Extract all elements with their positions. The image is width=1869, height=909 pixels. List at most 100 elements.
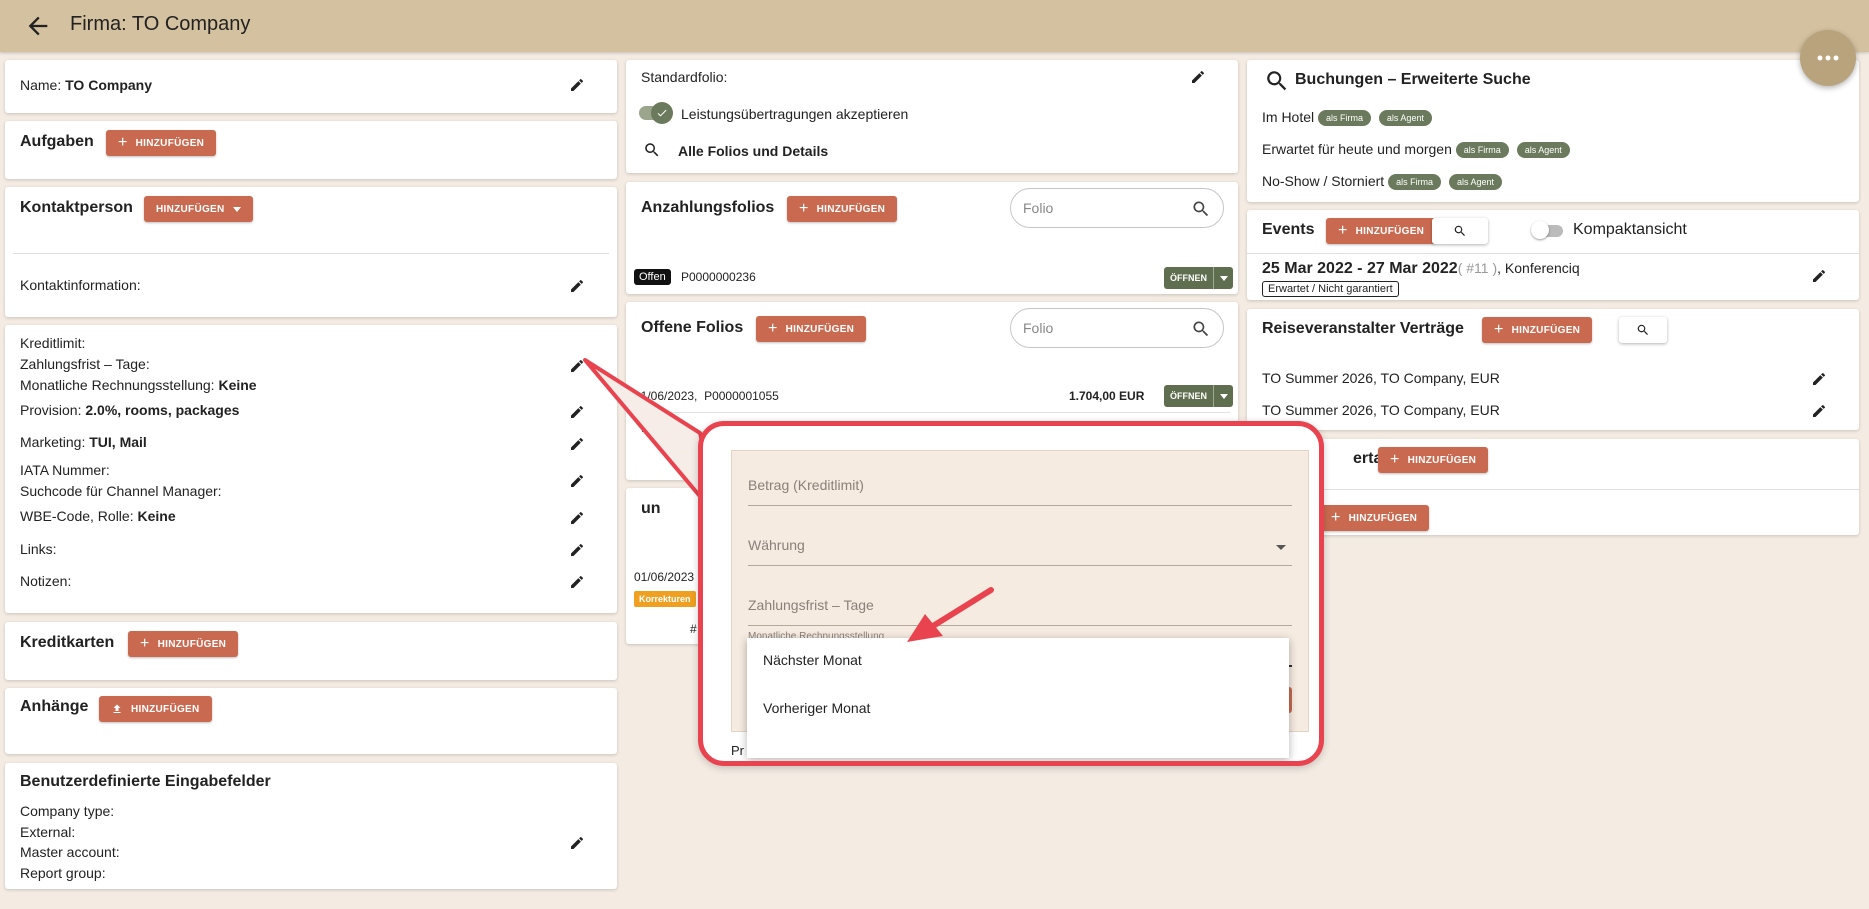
add-task-button[interactable]: + HINZUFÜGEN: [106, 130, 217, 156]
more-icon: [1817, 55, 1839, 61]
plus-icon: +: [1390, 451, 1400, 468]
noshow-label: No-Show / Storniert: [1262, 173, 1385, 189]
divider: [1247, 489, 1859, 490]
monthly-value: Keine: [218, 377, 257, 393]
folio-date-partial: /09/2023: [642, 421, 689, 435]
monthly-label: Monatliche Rechnungsstellung:: [20, 377, 215, 393]
upload-attachment-button[interactable]: HINZUFÜGEN: [99, 696, 212, 722]
check-icon: [657, 109, 667, 117]
third-card-title-partial: un: [641, 500, 661, 517]
contract-item[interactable]: TO Summer 2026, TO Company, EUR: [1262, 402, 1500, 418]
pencil-icon[interactable]: [569, 358, 585, 374]
option-previous-month[interactable]: Vorheriger Monat: [763, 700, 870, 716]
marketing-value: TUI, Mail: [89, 434, 147, 450]
add-contact-button[interactable]: HINZUFÜGEN: [144, 196, 253, 222]
compact-view-thumb[interactable]: [1531, 221, 1549, 239]
add-contract-button[interactable]: + HINZUFÜGEN: [1482, 317, 1593, 343]
open-status-badge: Offen: [634, 269, 671, 285]
deposit-folio-search[interactable]: Folio: [1010, 188, 1224, 228]
as-agent-chip[interactable]: als Agent: [1448, 174, 1502, 191]
search-icon: [1267, 71, 1287, 91]
folio-placeholder: Folio: [1023, 320, 1054, 336]
currency-select[interactable]: [748, 565, 1292, 566]
pencil-icon[interactable]: [569, 436, 585, 452]
plus-icon: +: [140, 635, 150, 652]
open-folio-button[interactable]: ÖFFNEN: [1164, 267, 1233, 289]
pencil-icon[interactable]: [569, 278, 585, 294]
credit-limit-label: Kreditlimit:: [20, 335, 86, 351]
caret-down-icon[interactable]: [1276, 545, 1286, 550]
external-label: External:: [20, 824, 76, 840]
deposit-folios-card: Anzahlungsfolios + HINZUFÜGEN Folio Offen…: [626, 182, 1238, 294]
more-button[interactable]: [1800, 30, 1856, 86]
add-contract-button[interactable]: + HINZUFÜGEN: [1378, 447, 1489, 473]
plus-icon: +: [768, 320, 778, 337]
add-credit-card-button[interactable]: + HINZUFÜGEN: [128, 631, 239, 657]
as-agent-chip[interactable]: als Agent: [1516, 142, 1570, 159]
pencil-icon[interactable]: [1811, 403, 1827, 419]
search-icon: [1637, 324, 1648, 335]
event-number: ( #11 ): [1457, 260, 1498, 276]
add-open-folio-button[interactable]: + HINZUFÜGEN: [756, 316, 867, 342]
folio-number: P0000001055: [704, 389, 779, 403]
event-status-badge: Erwartet / Nicht garantiert: [1262, 281, 1399, 297]
event-name: , Konferenciq: [1497, 260, 1580, 276]
plus-icon: +: [1331, 509, 1341, 526]
caret-down-icon: [232, 206, 241, 212]
search-icon[interactable]: [1191, 319, 1211, 339]
contract-search-button[interactable]: [1619, 317, 1667, 343]
as-company-chip[interactable]: als Firma: [1318, 110, 1372, 127]
pencil-icon[interactable]: [1811, 268, 1827, 284]
as-agent-chip[interactable]: als Agent: [1378, 110, 1432, 127]
accept-transfers-thumb[interactable]: [651, 102, 673, 124]
open-folio-search[interactable]: Folio: [1010, 308, 1224, 348]
monthly-billing-dropdown: Nächster Monat Vorheriger Monat: [747, 638, 1289, 758]
currency-placeholder: Währung: [748, 537, 805, 553]
add-event-button[interactable]: + HINZUFÜGEN: [1326, 218, 1437, 244]
payment-days-field[interactable]: [748, 625, 1292, 626]
links-label: Links:: [20, 541, 57, 557]
pencil-icon[interactable]: [1811, 371, 1827, 387]
pencil-icon[interactable]: [569, 510, 585, 526]
deposit-folio-number: P0000000236: [681, 270, 756, 284]
booking-search-title: Buchungen – Erweiterte Suche: [1295, 71, 1531, 88]
divider: [13, 253, 609, 254]
hash-label: #: [690, 622, 697, 636]
amount-field[interactable]: [748, 505, 1292, 506]
open-folio-button[interactable]: ÖFFNEN: [1164, 385, 1233, 407]
as-company-chip[interactable]: als Firma: [1455, 142, 1509, 159]
back-arrow-icon[interactable]: [24, 12, 52, 40]
custom-fields-title: Benutzerdefinierte Eingabefelder: [20, 773, 271, 790]
pencil-icon[interactable]: [569, 835, 585, 851]
search-icon[interactable]: [1191, 199, 1211, 219]
credit-cards-card: Kreditkarten + HINZUFÜGEN: [5, 622, 617, 680]
search-icon: [645, 143, 659, 157]
plus-icon: +: [118, 134, 128, 151]
option-next-month[interactable]: Nächster Monat: [763, 652, 862, 668]
plus-icon: +: [1494, 321, 1504, 338]
caret-down-icon: [1219, 393, 1228, 399]
add-deposit-folio-button[interactable]: + HINZUFÜGEN: [787, 196, 898, 222]
top-bar: Firma: TO Company: [0, 0, 1869, 52]
add-item-button[interactable]: + HINZUFÜGEN: [1319, 505, 1430, 531]
folio-date: 01/06/2023: [634, 570, 695, 584]
corrections-badge: Korrekturen: [634, 591, 696, 607]
pencil-icon[interactable]: [569, 574, 585, 590]
pencil-icon[interactable]: [569, 404, 585, 420]
pencil-icon[interactable]: [569, 473, 585, 489]
compact-view-label: Kompaktansicht: [1573, 221, 1687, 238]
pencil-icon[interactable]: [569, 542, 585, 558]
tasks-title: Aufgaben: [20, 133, 94, 150]
pencil-icon[interactable]: [1190, 69, 1206, 85]
pencil-icon[interactable]: [569, 77, 585, 93]
report-group-label: Report group:: [20, 865, 106, 881]
name-label: Name:: [20, 77, 62, 93]
upload-icon: [113, 704, 121, 713]
events-title: Events: [1262, 221, 1315, 238]
as-company-chip[interactable]: als Firma: [1388, 174, 1442, 191]
event-search-button[interactable]: [1432, 218, 1488, 244]
caret-down-icon: [1219, 275, 1228, 281]
all-folios-link[interactable]: Alle Folios und Details: [678, 143, 828, 159]
contract-item[interactable]: TO Summer 2026, TO Company, EUR: [1262, 370, 1500, 386]
amount-placeholder: Betrag (Kreditlimit): [748, 477, 864, 493]
